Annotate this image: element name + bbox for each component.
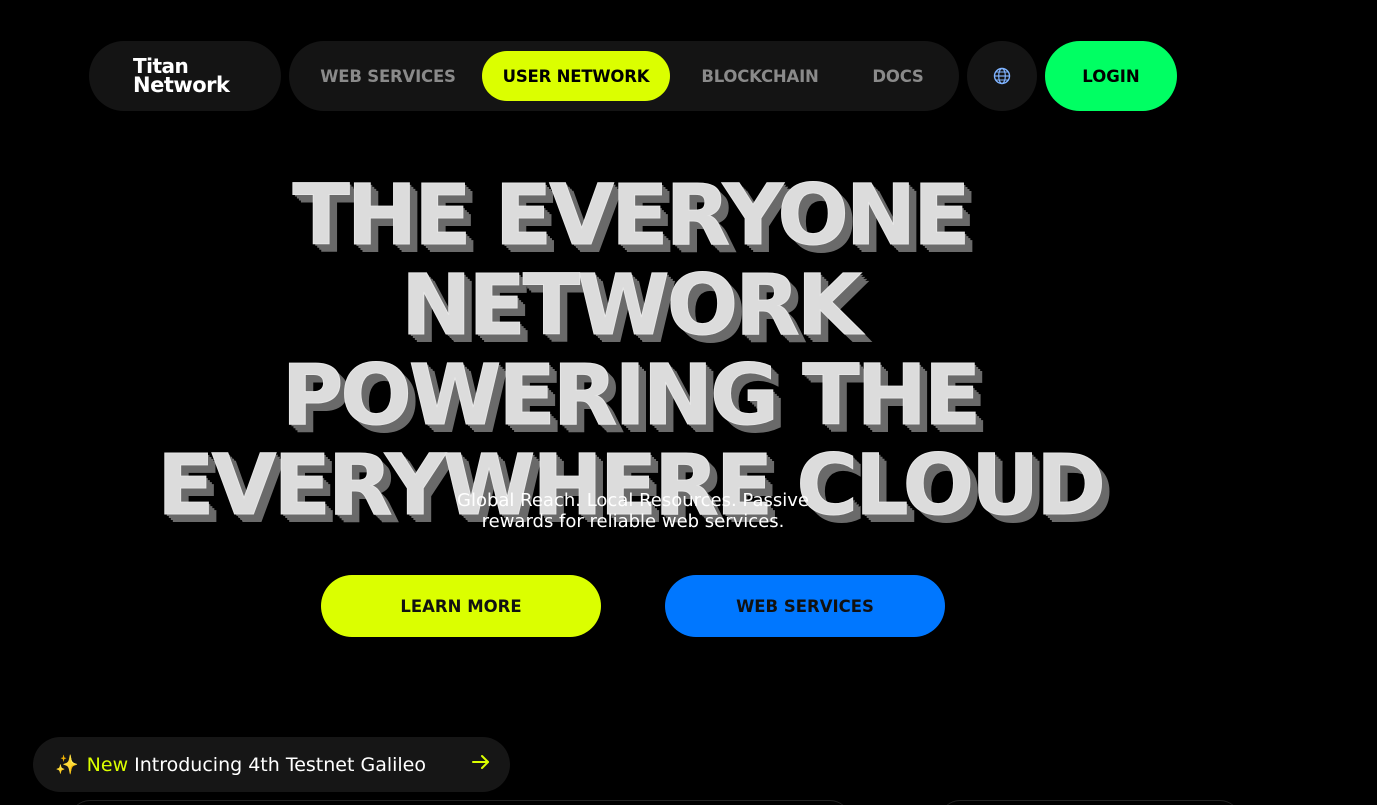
card-edge [940,800,1240,805]
language-button[interactable] [967,41,1037,111]
new-badge: New [86,753,129,776]
hero-subtitle: Global Reach. Local Resources. Passive r… [383,490,883,532]
arrow-right-icon [472,755,489,769]
card-edge [70,800,850,805]
nav-item-web-services[interactable]: WEB SERVICES [307,41,469,111]
logo-link[interactable]: Titan Network [89,41,281,111]
globe-icon [993,67,1011,85]
hero-title-line: THE EVERYONE NETWORK [292,166,971,354]
hero-title: THE EVERYONE NETWORK POWERING THE EVERYW… [90,166,1170,531]
hero-subtitle-line: rewards for reliable web services. [481,511,785,532]
nav-item-blockchain[interactable]: BLOCKCHAIN [685,41,835,111]
hero-subtitle-line: Global Reach. Local Resources. Passive [457,490,809,511]
nav-item-docs[interactable]: DOCS [857,41,939,111]
login-button[interactable]: LOGIN [1045,41,1177,111]
hero-title-line: POWERING THE [281,346,981,444]
learn-more-button[interactable]: LEARN MORE [321,575,601,637]
logo-line-2: Network [133,73,230,97]
main-nav: WEB SERVICES USER NETWORK BLOCKCHAIN DOC… [289,41,959,111]
sparkles-icon: ✨ [55,754,79,776]
announcement-banner[interactable]: ✨ New Introducing 4th Testnet Galileo [33,737,510,792]
web-services-button[interactable]: WEB SERVICES [665,575,945,637]
page: Titan Network WEB SERVICES USER NETWORK … [0,0,1377,805]
announcement-text: Introducing 4th Testnet Galileo [134,753,426,776]
logo: Titan Network [133,56,230,97]
nav-item-user-network[interactable]: USER NETWORK [482,51,670,101]
